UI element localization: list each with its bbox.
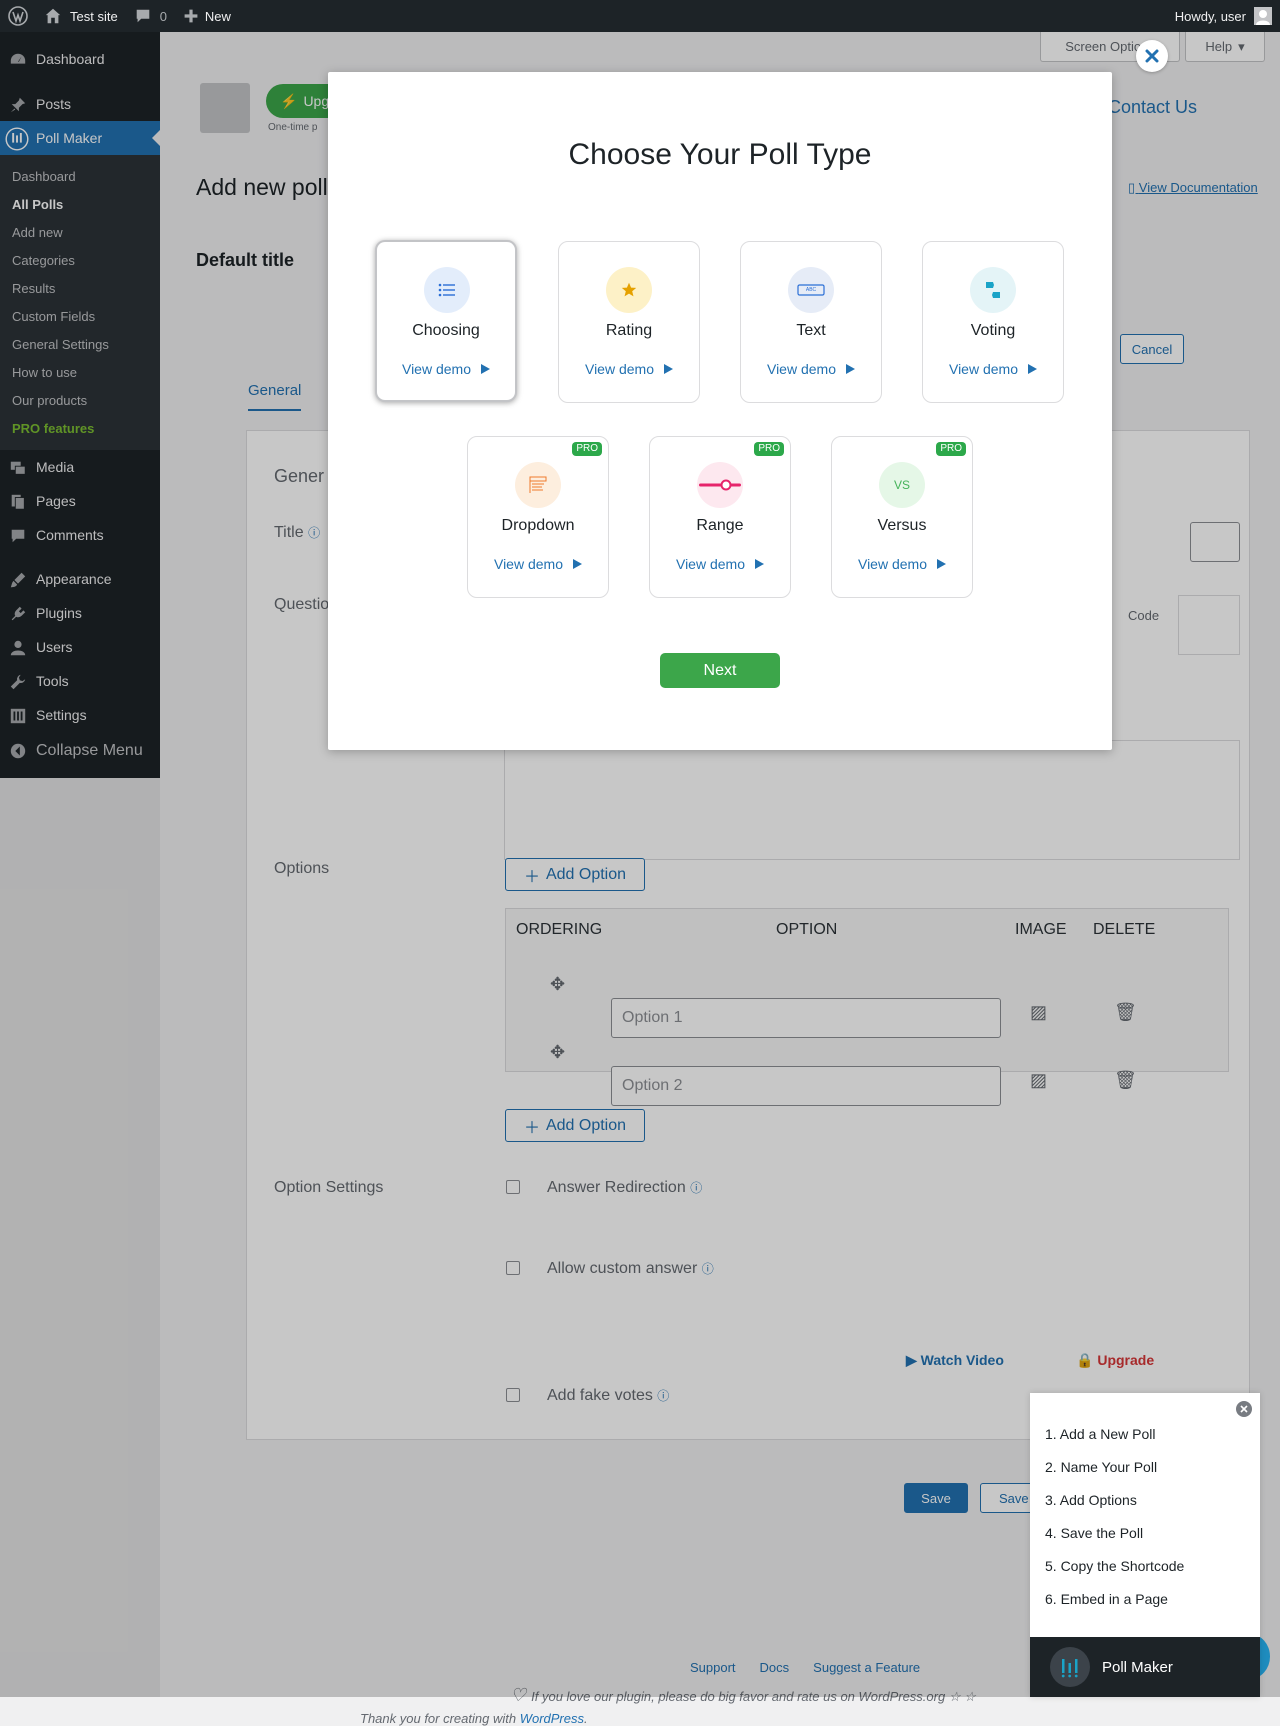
plus-icon	[184, 9, 198, 23]
guide-step[interactable]: 6. Embed in a Page	[1045, 1582, 1184, 1615]
poll-type-card-versus[interactable]: PRO VS Versus View demo	[831, 436, 973, 598]
poll-type-label: Dropdown	[501, 517, 575, 534]
view-demo-link[interactable]: View demo	[923, 361, 1063, 377]
view-demo-label: View demo	[766, 361, 836, 377]
comments-count: 0	[159, 8, 167, 24]
poll-type-label: Range	[696, 517, 744, 534]
modal-backdrop-sidebar-area	[0, 778, 160, 1697]
range-slider-icon	[697, 462, 743, 508]
play-icon	[1028, 364, 1037, 374]
pro-badge: PRO	[572, 442, 602, 456]
poll-type-label: Choosing	[412, 322, 480, 339]
poll-type-modal: Choose Your Poll Type Choosing View demo…	[328, 72, 1112, 750]
play-icon	[846, 364, 855, 374]
avatar	[1254, 7, 1272, 25]
view-demo-link[interactable]: View demo	[468, 556, 608, 572]
poll-maker-logo-icon	[1050, 1647, 1090, 1687]
play-icon	[937, 559, 946, 569]
guide-step[interactable]: 1. Add a New Poll	[1045, 1417, 1184, 1450]
my-account[interactable]: Howdy, user	[1175, 7, 1280, 25]
guide-step[interactable]: 4. Save the Poll	[1045, 1516, 1184, 1549]
view-demo-link[interactable]: View demo	[559, 361, 699, 377]
view-demo-label: View demo	[401, 361, 471, 377]
site-name-link[interactable]: Test site	[36, 0, 126, 32]
text-icon-label: ABC	[805, 287, 817, 293]
poll-type-label: Rating	[605, 322, 653, 339]
pro-badge: PRO	[936, 442, 966, 456]
poll-type-card-choosing[interactable]: Choosing View demo	[375, 240, 517, 402]
pro-badge: PRO	[754, 442, 784, 456]
play-icon	[481, 364, 490, 374]
comment-bubble-icon	[136, 9, 149, 23]
poll-type-card-voting[interactable]: Voting View demo	[922, 241, 1064, 403]
view-demo-label: View demo	[948, 361, 1018, 377]
poll-type-card-range[interactable]: PRO Range View demo	[649, 436, 791, 598]
poll-type-label: Text	[796, 322, 826, 339]
text-field-icon: ABC	[788, 267, 834, 313]
howdy-text: Howdy, user	[1174, 8, 1246, 24]
view-demo-link[interactable]: View demo	[377, 361, 515, 377]
close-modal-button[interactable]	[1136, 40, 1168, 72]
poll-type-card-rating[interactable]: Rating View demo	[558, 241, 700, 403]
close-icon	[1240, 1405, 1248, 1413]
close-icon	[1145, 49, 1159, 63]
thank-you-label: Thank you for creating with	[360, 1711, 517, 1726]
view-demo-link[interactable]: View demo	[650, 556, 790, 572]
view-demo-link[interactable]: View demo	[832, 556, 972, 572]
poll-type-card-text[interactable]: ABC Text View demo	[740, 241, 882, 403]
thumbs-vote-icon	[970, 267, 1016, 313]
dropdown-list-icon	[515, 462, 561, 508]
view-demo-label: View demo	[584, 361, 654, 377]
new-label: New	[204, 8, 231, 24]
view-demo-label: View demo	[493, 556, 563, 572]
comments-link[interactable]: 0	[126, 0, 175, 32]
wordpress-logo-icon[interactable]	[0, 0, 36, 32]
star-icon	[606, 267, 652, 313]
list-icon	[424, 267, 470, 313]
guide-footer[interactable]: Poll Maker	[1030, 1637, 1260, 1697]
site-name: Test site	[70, 8, 118, 24]
poll-type-card-dropdown[interactable]: PRO Dropdown View demo	[467, 436, 609, 598]
guide-step[interactable]: 3. Add Options	[1045, 1483, 1184, 1516]
modal-title: Choose Your Poll Type	[568, 138, 872, 171]
play-icon	[573, 559, 582, 569]
play-icon	[664, 364, 673, 374]
view-demo-label: View demo	[675, 556, 745, 572]
view-demo-label: View demo	[857, 556, 927, 572]
home-icon	[45, 8, 61, 24]
view-demo-link[interactable]: View demo	[741, 361, 881, 377]
poll-type-label: Versus	[877, 517, 927, 534]
guide-step[interactable]: 5. Copy the Shortcode	[1045, 1549, 1184, 1582]
new-content-link[interactable]: New	[175, 0, 239, 32]
wordpress-link[interactable]: WordPress	[520, 1711, 584, 1726]
admin-bar: Test site 0 New Howdy, user	[0, 0, 1280, 32]
guide-brand-name: Poll Maker	[1102, 1658, 1173, 1676]
versus-icon: VS	[879, 462, 925, 508]
close-guide-button[interactable]	[1236, 1401, 1252, 1417]
poll-type-label: Voting	[970, 322, 1016, 339]
onboarding-guide-panel: 1. Add a New Poll 2. Name Your Poll 3. A…	[1030, 1393, 1260, 1697]
guide-steps-list: 1. Add a New Poll 2. Name Your Poll 3. A…	[1045, 1417, 1184, 1615]
versus-icon-label: VS	[893, 478, 910, 492]
next-button[interactable]: Next	[660, 653, 780, 688]
play-icon	[755, 559, 764, 569]
thank-you-text: Thank you for creating with WordPress.	[360, 1711, 588, 1726]
guide-step[interactable]: 2. Name Your Poll	[1045, 1450, 1184, 1483]
